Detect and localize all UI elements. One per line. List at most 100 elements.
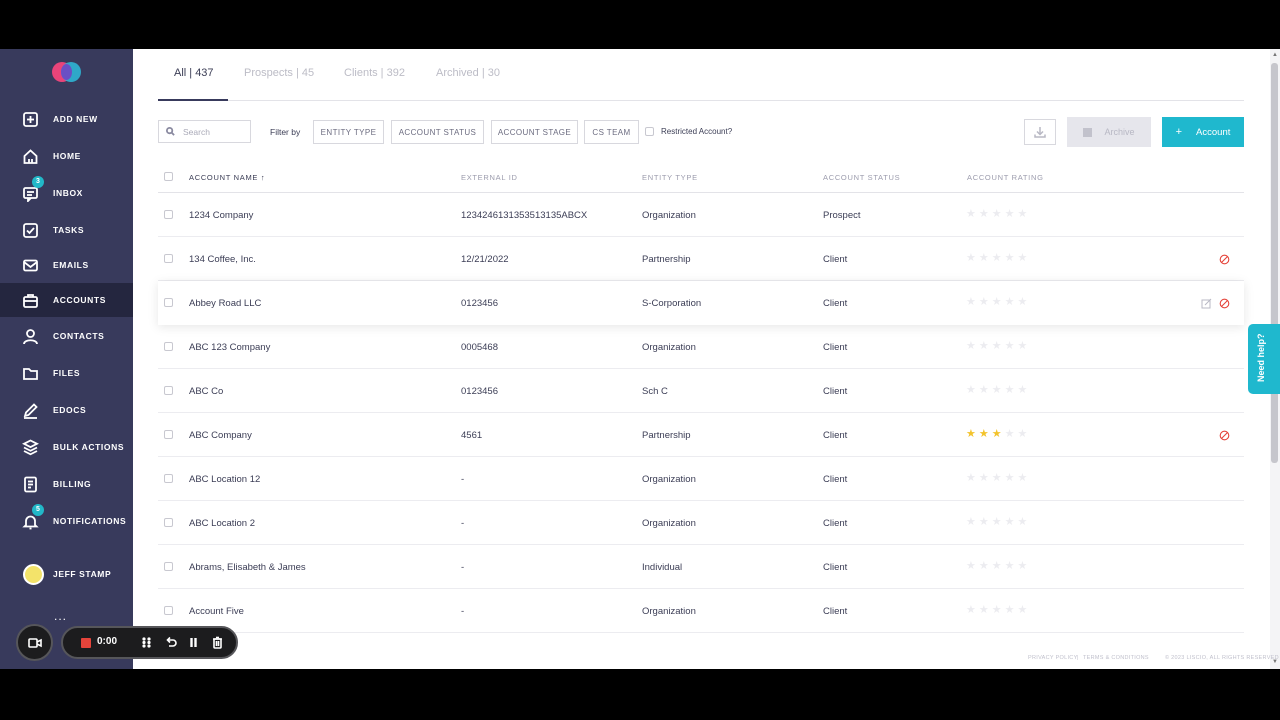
privacy-policy-link[interactable]: PRIVACY POLICY xyxy=(1028,655,1078,661)
account-rating-stars[interactable]: ★ ★ ★ ★ ★ xyxy=(966,559,1030,573)
trash-icon[interactable] xyxy=(211,636,224,649)
account-rating-stars[interactable]: ★ ★ ★ ★ ★ xyxy=(966,251,1030,265)
star-icon[interactable]: ★ xyxy=(979,515,989,529)
table-row[interactable]: ABC 123 Company 0005468 Organization Client… xyxy=(158,325,1244,369)
tab-clients[interactable]: Clients | 392 xyxy=(344,67,405,79)
star-icon[interactable]: ★ xyxy=(979,383,989,397)
star-icon[interactable]: ★ xyxy=(1005,251,1015,265)
star-icon[interactable]: ★ xyxy=(979,603,989,617)
star-icon[interactable]: ★ xyxy=(992,251,1002,265)
account-rating-stars[interactable]: ★ ★ ★ ★ ★ xyxy=(966,383,1030,397)
pause-icon[interactable] xyxy=(187,636,200,649)
row-checkbox[interactable] xyxy=(164,518,173,527)
sidebar-item-files[interactable]: FILES xyxy=(0,356,133,390)
star-icon[interactable]: ★ xyxy=(992,427,1002,441)
star-icon[interactable]: ★ xyxy=(979,339,989,353)
star-icon[interactable]: ★ xyxy=(1018,427,1028,441)
header-entity-type[interactable]: ENTITY TYPE xyxy=(642,173,698,182)
user-profile[interactable]: JEFF STAMP xyxy=(0,557,133,591)
row-checkbox[interactable] xyxy=(164,386,173,395)
star-icon[interactable]: ★ xyxy=(992,471,1002,485)
table-row[interactable]: Abbey Road LLC 0123456 S-Corporation Client… xyxy=(158,281,1244,325)
star-icon[interactable]: ★ xyxy=(966,515,976,529)
star-icon[interactable]: ★ xyxy=(1005,339,1015,353)
search-input[interactable] xyxy=(183,126,248,137)
account-rating-stars[interactable]: ★ ★ ★ ★ ★ xyxy=(966,471,1030,485)
star-icon[interactable]: ★ xyxy=(1005,603,1015,617)
account-name-cell[interactable]: Abrams, Elisabeth & James xyxy=(189,562,306,573)
need-help-button[interactable]: Need help? xyxy=(1248,324,1280,394)
restricted-account-checkbox[interactable]: Restricted Account? xyxy=(645,127,732,136)
star-icon[interactable]: ★ xyxy=(1018,207,1028,221)
scroll-thumb[interactable] xyxy=(1271,63,1278,463)
sidebar-item-contacts[interactable]: CONTACTS xyxy=(0,319,133,353)
scroll-up-arrow[interactable]: ▲ xyxy=(1271,52,1279,58)
account-rating-stars[interactable]: ★ ★ ★ ★ ★ xyxy=(966,603,1030,617)
sidebar-item-bulk-actions[interactable]: BULK ACTIONS xyxy=(0,430,133,464)
restricted-icon[interactable] xyxy=(1219,296,1230,309)
liscio-logo[interactable] xyxy=(52,62,82,84)
star-icon[interactable]: ★ xyxy=(979,427,989,441)
star-icon[interactable]: ★ xyxy=(1018,383,1028,397)
sidebar-item-home[interactable]: HOME xyxy=(0,139,133,173)
search-box[interactable] xyxy=(158,120,251,143)
table-row[interactable]: Abrams, Elisabeth & James - Individual Clie… xyxy=(158,545,1244,589)
sidebar-item-notifications[interactable]: 5 NOTIFICATIONS xyxy=(0,504,133,538)
star-icon[interactable]: ★ xyxy=(1018,515,1028,529)
account-stage-filter[interactable]: ACCOUNT STAGE xyxy=(491,120,578,144)
account-rating-stars[interactable]: ★ ★ ★ ★ ★ xyxy=(966,207,1030,221)
row-checkbox[interactable] xyxy=(164,562,173,571)
table-row[interactable]: 1234 Company 1234246131353513135ABCX Organ… xyxy=(158,193,1244,237)
table-row[interactable]: 134 Coffee, Inc. 12/21/2022 Partnership Cli… xyxy=(158,237,1244,281)
star-icon[interactable]: ★ xyxy=(992,295,1002,309)
entity-type-filter[interactable]: ENTITY TYPE xyxy=(313,120,384,144)
sidebar-item-emails[interactable]: EMAILS xyxy=(0,248,133,282)
sidebar-item-accounts[interactable]: ACCOUNTS xyxy=(0,283,133,317)
undo-icon[interactable] xyxy=(164,636,177,649)
restricted-checkbox[interactable] xyxy=(645,127,654,136)
account-status-filter[interactable]: ACCOUNT STATUS xyxy=(391,120,484,144)
star-icon[interactable]: ★ xyxy=(992,515,1002,529)
row-checkbox[interactable] xyxy=(164,430,173,439)
star-icon[interactable]: ★ xyxy=(1005,515,1015,529)
account-name-cell[interactable]: ABC Location 2 xyxy=(189,518,255,529)
star-icon[interactable]: ★ xyxy=(1018,559,1028,573)
select-all-checkbox[interactable] xyxy=(164,172,173,181)
tab-all[interactable]: All | 437 xyxy=(174,67,214,79)
account-name-cell[interactable]: ABC Co xyxy=(189,386,223,397)
star-icon[interactable]: ★ xyxy=(1005,471,1015,485)
restricted-icon[interactable] xyxy=(1219,252,1230,265)
account-rating-stars[interactable]: ★ ★ ★ ★ ★ xyxy=(966,427,1030,441)
account-rating-stars[interactable]: ★ ★ ★ ★ ★ xyxy=(966,339,1030,353)
add-account-button[interactable]: + Account xyxy=(1162,117,1244,147)
archive-button[interactable]: Archive xyxy=(1067,117,1151,147)
tab-archived[interactable]: Archived | 30 xyxy=(436,67,500,79)
account-name-cell[interactable]: ABC Company xyxy=(189,430,252,441)
row-checkbox[interactable] xyxy=(164,474,173,483)
table-row[interactable]: ABC Location 2- Organization Client ★ ★ ★ ★ ★ xyxy=(158,501,1244,545)
star-icon[interactable]: ★ xyxy=(966,427,976,441)
table-row[interactable]: ABC Co 0123456 Sch C Client ★ ★ ★ ★ ★ xyxy=(158,369,1244,413)
star-icon[interactable]: ★ xyxy=(992,603,1002,617)
star-icon[interactable]: ★ xyxy=(1005,427,1015,441)
star-icon[interactable]: ★ xyxy=(966,471,976,485)
terms-link[interactable]: TERMS & CONDITIONS xyxy=(1083,655,1149,661)
star-icon[interactable]: ★ xyxy=(1018,603,1028,617)
star-icon[interactable]: ★ xyxy=(966,339,976,353)
star-icon[interactable]: ★ xyxy=(1005,295,1015,309)
star-icon[interactable]: ★ xyxy=(979,559,989,573)
restricted-icon[interactable] xyxy=(1219,428,1230,441)
account-name-cell[interactable]: ABC 123 Company xyxy=(189,342,270,353)
tab-prospects[interactable]: Prospects | 45 xyxy=(244,67,314,79)
star-icon[interactable]: ★ xyxy=(1005,383,1015,397)
stop-recording-button[interactable] xyxy=(81,638,91,648)
row-checkbox[interactable] xyxy=(164,342,173,351)
sidebar-item-tasks[interactable]: TASKS xyxy=(0,213,133,247)
star-icon[interactable]: ★ xyxy=(1018,251,1028,265)
account-name-cell[interactable]: Account Five xyxy=(189,606,244,617)
star-icon[interactable]: ★ xyxy=(992,339,1002,353)
star-icon[interactable]: ★ xyxy=(1018,295,1028,309)
star-icon[interactable]: ★ xyxy=(992,207,1002,221)
star-icon[interactable]: ★ xyxy=(966,251,976,265)
sidebar-item-edocs[interactable]: EDOCS xyxy=(0,393,133,427)
